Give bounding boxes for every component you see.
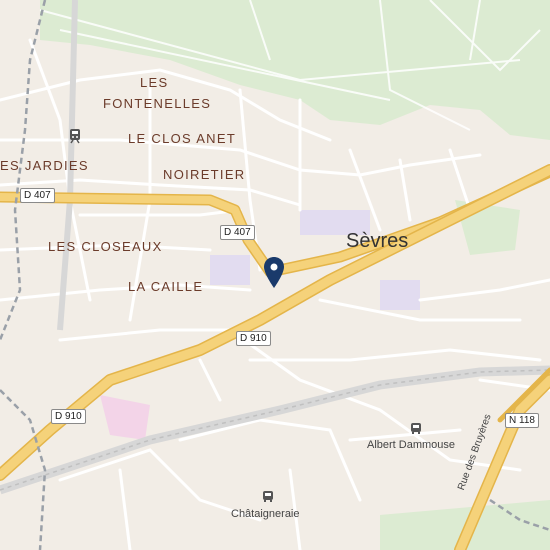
station-label-albert-dammouse[interactable]: Albert Dammouse [367,439,455,451]
road-shield-n118: N 118 [505,413,539,428]
area-label-fontenelles: FONTENELLES [103,96,212,111]
train-station-icon[interactable] [68,128,82,144]
bus-stop-icon[interactable] [410,422,422,435]
road-shield-d407-center: D 407 [220,225,255,240]
area-label-les: LES [140,75,169,90]
road-shield-d910-center: D 910 [236,331,271,346]
road-shield-d407-west: D 407 [20,188,55,203]
area-label-clos-anet: LE CLOS ANET [128,131,237,146]
area-label-jardies: ES JARDIES [0,158,89,173]
map-pin-icon[interactable] [262,256,286,290]
area-label-noiretier: NOIRETIER [163,167,246,182]
city-label: Sèvres [346,230,409,252]
road-shield-d910-west: D 910 [51,409,86,424]
area-label-caille: LA CAILLE [128,279,204,294]
station-label-chataigneraie[interactable]: Châtaigneraie [231,508,300,520]
area-label-closeaux: LES CLOSEAUX [48,239,163,254]
bus-stop-icon[interactable] [262,490,274,503]
map-view[interactable]: LES FONTENELLES LE CLOS ANET NOIRETIER E… [0,0,550,550]
